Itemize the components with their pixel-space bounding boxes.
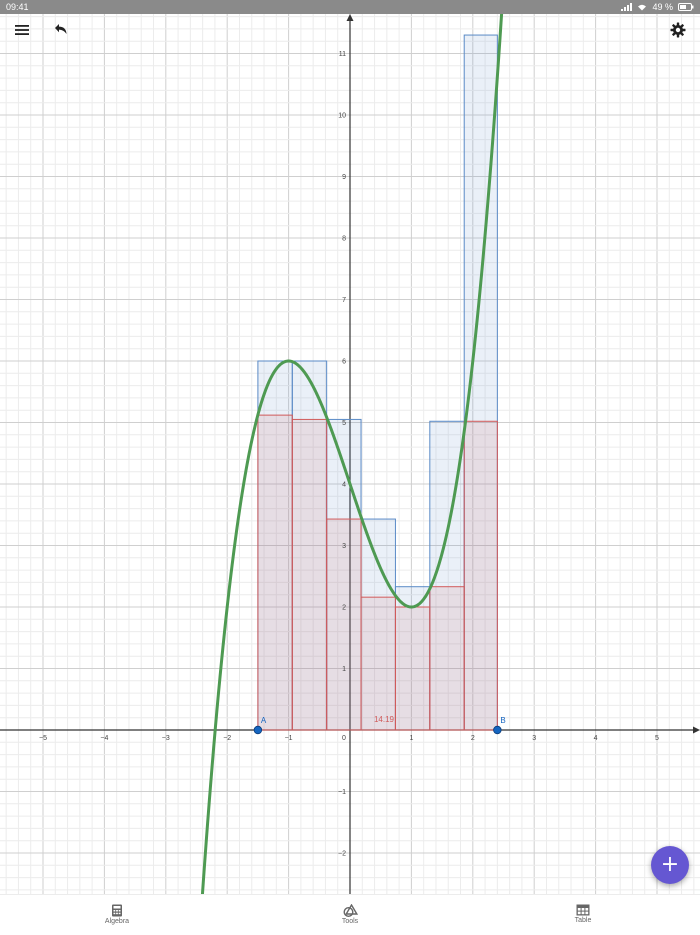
signal-icon [621, 3, 633, 11]
y-tick-label: 2 [342, 605, 346, 612]
tab-algebra[interactable]: Algebra [57, 895, 177, 935]
y-tick-label: 3 [342, 543, 346, 550]
x-tick-label: 5 [655, 735, 659, 742]
battery-text: 49 % [652, 2, 673, 12]
undo-icon [55, 24, 67, 34]
y-tick-label: 6 [342, 359, 346, 366]
y-axis-arrow [346, 14, 354, 21]
y-tick-label: 7 [342, 297, 346, 304]
x-tick-label: −5 [39, 735, 47, 742]
shapes-icon [343, 904, 358, 917]
x-tick-label: 4 [594, 735, 598, 742]
status-bar: 09:41 49 % [0, 0, 700, 14]
x-tick-label: −4 [100, 735, 108, 742]
y-tick-label: 9 [342, 174, 346, 181]
x-tick-label: −1 [285, 735, 293, 742]
y-tick-label: 8 [342, 236, 346, 243]
y-tick-label: 10 [338, 113, 346, 120]
x-tick-label: 3 [532, 735, 536, 742]
point-b[interactable] [493, 725, 502, 735]
lower-sum-rect [326, 518, 362, 731]
bottom-tab-bar: Algebra Tools Table [0, 894, 700, 935]
menu-button[interactable] [8, 16, 36, 44]
tab-tools-label: Tools [341, 918, 359, 925]
point-b-label: B [500, 716, 505, 725]
gear-icon [670, 22, 686, 38]
add-button[interactable]: + [651, 846, 689, 884]
lower-sum-rect [360, 596, 396, 731]
x-tick-label: 1 [409, 735, 413, 742]
status-indicators: 49 % [621, 0, 694, 14]
status-time: 09:41 [6, 2, 29, 12]
x-tick-label: 0 [342, 735, 346, 742]
sum-label: 14.19 [374, 715, 395, 724]
y-tick-label: 11 [339, 51, 346, 58]
tab-table[interactable]: Table [523, 895, 643, 935]
y-tick-label: 1 [342, 666, 346, 673]
lower-sum-rect [429, 586, 465, 731]
x-axis-arrow [693, 726, 700, 734]
lower-sum-rect [463, 420, 498, 731]
battery-icon [678, 3, 694, 11]
y-tick-label: 5 [342, 420, 346, 427]
y-tick-label: −2 [338, 851, 346, 858]
y-tick-label: −1 [338, 789, 346, 796]
graphics-view[interactable]: −5 −4 −3 −2 −1 0 1 2 3 4 5 −2 −1 1 2 3 4 5 6 7 8 9 10 11 14.19 A… [0, 14, 700, 894]
y-tick-label: 4 [342, 482, 346, 489]
wifi-icon [638, 4, 647, 11]
point-a-label: A [261, 716, 267, 725]
tab-table-label: Table [574, 917, 592, 924]
plus-icon: + [660, 852, 680, 877]
calculator-icon [112, 904, 122, 917]
x-tick-label: −3 [162, 735, 170, 742]
point-a[interactable] [253, 725, 263, 735]
x-tick-label: −2 [223, 735, 231, 742]
settings-button[interactable] [664, 16, 692, 44]
x-tick-label: 2 [471, 735, 475, 742]
lower-sum-rect [291, 418, 328, 731]
lower-sum-rect [257, 414, 293, 731]
menu-icon [15, 25, 29, 35]
undo-button[interactable] [46, 16, 74, 44]
table-icon [576, 904, 590, 916]
tab-algebra-label: Algebra [104, 918, 130, 925]
lower-sum-rect [394, 606, 431, 731]
tab-tools[interactable]: Tools [290, 895, 410, 935]
